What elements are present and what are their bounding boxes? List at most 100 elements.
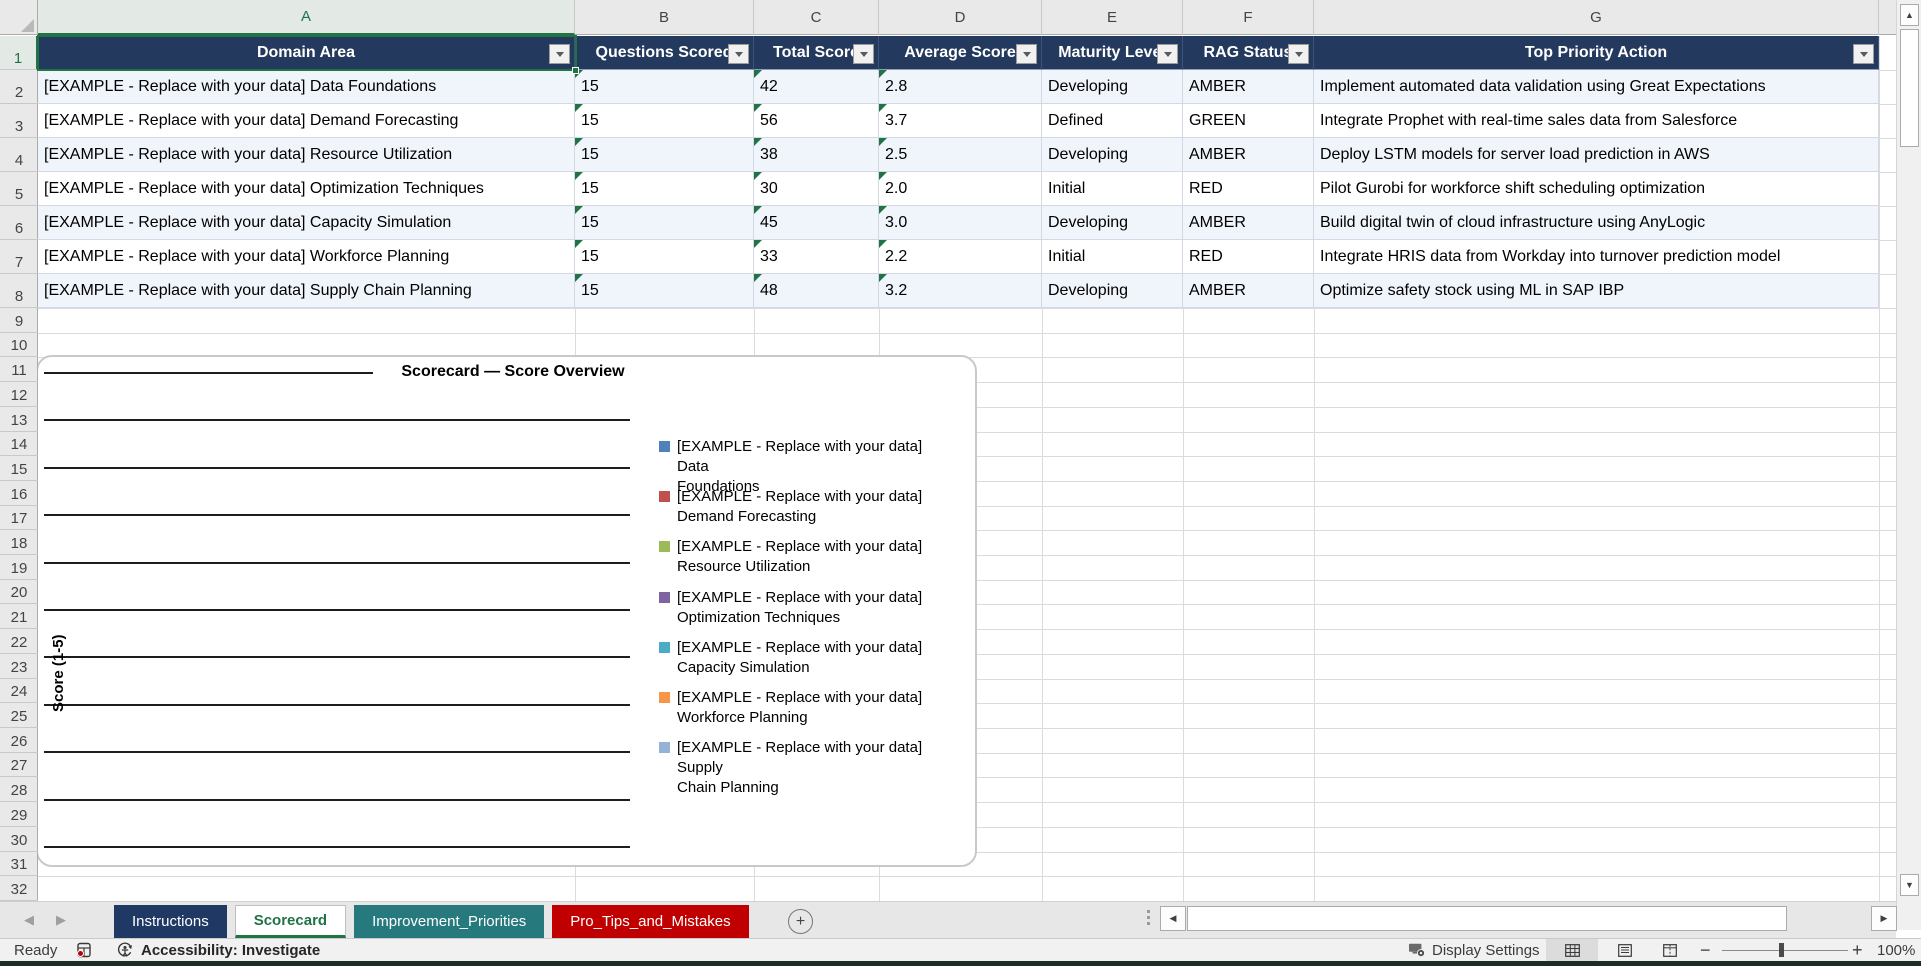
cell-E8[interactable]: Developing <box>1042 274 1183 308</box>
row-header-5[interactable]: 5 <box>0 172 38 206</box>
vertical-scrollbar-thumb[interactable] <box>1900 29 1919 147</box>
row-header-17[interactable]: 17 <box>0 506 38 531</box>
display-settings-label[interactable]: Display Settings <box>1432 939 1540 961</box>
cell-C2[interactable]: 42 <box>754 70 879 104</box>
cell-G7[interactable]: Integrate HRIS data from Workday into tu… <box>1314 240 1879 274</box>
column-header-C[interactable]: C <box>754 0 879 35</box>
row-header-23[interactable]: 23 <box>0 654 38 679</box>
row-header-14[interactable]: 14 <box>0 432 38 457</box>
cell-F6[interactable]: AMBER <box>1183 206 1314 240</box>
cell-C4[interactable]: 38 <box>754 138 879 172</box>
row-header-11[interactable]: 11 <box>0 357 38 383</box>
cell-G4[interactable]: Deploy LSTM models for server load predi… <box>1314 138 1879 172</box>
row-header-28[interactable]: 28 <box>0 777 38 803</box>
cell-C3[interactable]: 56 <box>754 104 879 138</box>
cell-D6[interactable]: 3.0 <box>879 206 1042 240</box>
cell-D8[interactable]: 3.2 <box>879 274 1042 308</box>
cell-G8[interactable]: Optimize safety stock using ML in SAP IB… <box>1314 274 1879 308</box>
zoom-out-icon[interactable]: − <box>1700 939 1711 961</box>
row-header-9[interactable]: 9 <box>0 308 38 333</box>
row-header-13[interactable]: 13 <box>0 407 38 432</box>
cell-B5[interactable]: 15 <box>575 172 754 206</box>
filter-dropdown-button[interactable] <box>853 44 874 64</box>
cell-G6[interactable]: Build digital twin of cloud infrastructu… <box>1314 206 1879 240</box>
row-header-8[interactable]: 8 <box>0 274 38 308</box>
tab-scroll-left-icon[interactable]: ◀ <box>24 912 34 928</box>
row-header-32[interactable]: 32 <box>0 876 38 901</box>
vertical-scrollbar[interactable]: ▲ ▼ <box>1896 0 1921 930</box>
cell-A5[interactable]: [EXAMPLE - Replace with your data] Optim… <box>38 172 575 206</box>
scrollbar-resize-grip[interactable] <box>1144 910 1152 932</box>
cell-B2[interactable]: 15 <box>575 70 754 104</box>
row-header-24[interactable]: 24 <box>0 679 38 704</box>
header-cell-C1[interactable]: Total Score <box>754 36 879 70</box>
row-header-16[interactable]: 16 <box>0 481 38 506</box>
cell-C5[interactable]: 30 <box>754 172 879 206</box>
row-header-30[interactable]: 30 <box>0 827 38 852</box>
cell-D7[interactable]: 2.2 <box>879 240 1042 274</box>
score-overview-chart[interactable]: Scorecard — Score Overview Score (1-5) [… <box>36 355 977 867</box>
cell-C7[interactable]: 33 <box>754 240 879 274</box>
cell-F5[interactable]: RED <box>1183 172 1314 206</box>
view-page-layout-button[interactable] <box>1602 939 1648 961</box>
row-header-15[interactable]: 15 <box>0 456 38 481</box>
accessibility-icon[interactable] <box>116 939 134 961</box>
cell-A7[interactable]: [EXAMPLE - Replace with your data] Workf… <box>38 240 575 274</box>
scroll-down-icon[interactable]: ▼ <box>1900 874 1919 896</box>
sheet-tab-instructions[interactable]: Instructions <box>114 905 227 938</box>
row-header-21[interactable]: 21 <box>0 604 38 630</box>
zoom-level[interactable]: 100% <box>1877 939 1915 961</box>
cell-F4[interactable]: AMBER <box>1183 138 1314 172</box>
row-header-6[interactable]: 6 <box>0 206 38 240</box>
row-header-22[interactable]: 22 <box>0 629 38 654</box>
cell-D3[interactable]: 3.7 <box>879 104 1042 138</box>
cell-A3[interactable]: [EXAMPLE - Replace with your data] Deman… <box>38 104 575 138</box>
sheet-tab-pro_tips_and_mistakes[interactable]: Pro_Tips_and_Mistakes <box>552 905 749 938</box>
view-normal-button[interactable] <box>1546 939 1598 961</box>
zoom-in-icon[interactable]: + <box>1852 939 1863 961</box>
cell-F3[interactable]: GREEN <box>1183 104 1314 138</box>
header-cell-D1[interactable]: Average Score <box>879 36 1042 70</box>
horizontal-scrollbar-thumb[interactable] <box>1187 906 1787 931</box>
row-header-27[interactable]: 27 <box>0 753 38 778</box>
row-header-3[interactable]: 3 <box>0 104 38 138</box>
cell-D5[interactable]: 2.0 <box>879 172 1042 206</box>
row-header-19[interactable]: 19 <box>0 555 38 580</box>
cell-C6[interactable]: 45 <box>754 206 879 240</box>
row-header-12[interactable]: 12 <box>0 382 38 407</box>
column-header-E[interactable]: E <box>1042 0 1183 35</box>
row-header-29[interactable]: 29 <box>0 802 38 827</box>
cell-F2[interactable]: AMBER <box>1183 70 1314 104</box>
filter-dropdown-button[interactable] <box>728 44 749 64</box>
cell-E3[interactable]: Defined <box>1042 104 1183 138</box>
cell-B8[interactable]: 15 <box>575 274 754 308</box>
column-header-A[interactable]: A <box>38 0 575 35</box>
filter-dropdown-button[interactable] <box>1157 44 1178 64</box>
cell-B7[interactable]: 15 <box>575 240 754 274</box>
row-header-18[interactable]: 18 <box>0 530 38 556</box>
filter-dropdown-button[interactable] <box>1853 44 1874 64</box>
header-cell-F1[interactable]: RAG Status <box>1183 36 1314 70</box>
cell-G3[interactable]: Integrate Prophet with real-time sales d… <box>1314 104 1879 138</box>
view-page-break-button[interactable] <box>1650 939 1690 961</box>
row-header-1[interactable]: 1 <box>0 36 38 70</box>
cell-G5[interactable]: Pilot Gurobi for workforce shift schedul… <box>1314 172 1879 206</box>
cell-B3[interactable]: 15 <box>575 104 754 138</box>
row-header-31[interactable]: 31 <box>0 852 38 877</box>
cell-E5[interactable]: Initial <box>1042 172 1183 206</box>
zoom-slider-thumb[interactable] <box>1779 943 1784 957</box>
filter-dropdown-button[interactable] <box>1288 44 1309 64</box>
cell-E7[interactable]: Initial <box>1042 240 1183 274</box>
cell-B4[interactable]: 15 <box>575 138 754 172</box>
scroll-up-icon[interactable]: ▲ <box>1900 4 1919 26</box>
cell-E4[interactable]: Developing <box>1042 138 1183 172</box>
cell-A8[interactable]: [EXAMPLE - Replace with your data] Suppl… <box>38 274 575 308</box>
cell-F7[interactable]: RED <box>1183 240 1314 274</box>
row-header-26[interactable]: 26 <box>0 728 38 753</box>
column-header-D[interactable]: D <box>879 0 1042 35</box>
macro-record-icon[interactable] <box>76 939 92 961</box>
row-header-2[interactable]: 2 <box>0 70 38 104</box>
row-header-10[interactable]: 10 <box>0 333 38 358</box>
cell-D4[interactable]: 2.5 <box>879 138 1042 172</box>
display-settings-icon[interactable] <box>1408 939 1426 961</box>
